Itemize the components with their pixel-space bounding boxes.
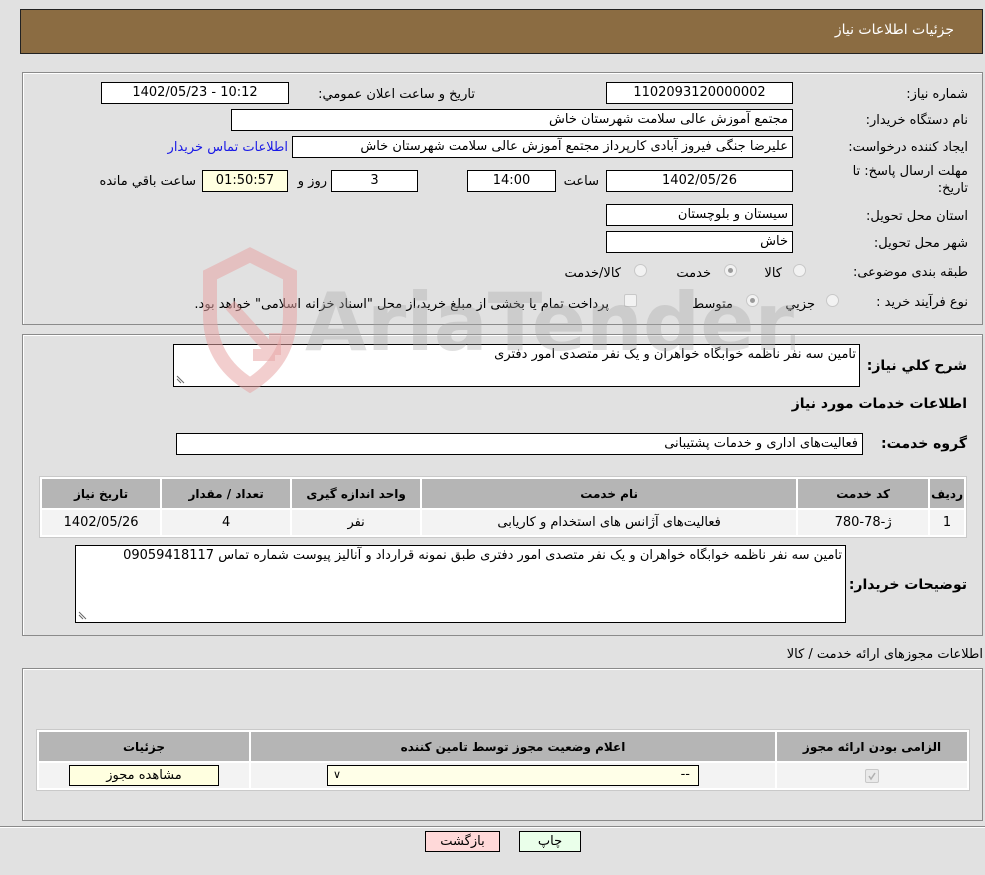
process-option-medium: متوسط <box>692 297 733 312</box>
deadline-time-label: ساعت <box>563 174 599 189</box>
permits-table: الزامی بودن ارائه مجوز اعلام وضعيت مجوز … <box>36 729 970 791</box>
buyer-contact-link[interactable]: اطلاعات تماس خريدار <box>168 140 288 155</box>
permits-table-header: الزامی بودن ارائه مجوز اعلام وضعيت مجوز … <box>39 732 967 761</box>
col-need-date: تاريخ نياز <box>42 479 161 508</box>
buyer-org-label: نام دستگاه خريدار: <box>865 113 968 128</box>
requester-field: علیرضا جنگی فیروز آبادی کارپرداز مجتمع آ… <box>292 136 793 158</box>
cell-row-number: 1 <box>930 510 964 535</box>
page-title: جزئیات اطلاعات نیاز <box>834 22 954 38</box>
view-permit-button[interactable]: مشاهده مجوز <box>69 765 219 786</box>
col-service-code: کد خدمت <box>798 479 929 508</box>
need-number-label: شماره نیاز: <box>906 87 968 102</box>
description-label: شرح کلي نياز: <box>866 358 967 374</box>
remaining-days-field: 3 <box>331 170 418 192</box>
col-permit-details: جزئيات <box>39 732 249 761</box>
permits-section-title: اطلاعات مجوزهای ارائه خدمت / کالا <box>786 647 983 662</box>
col-permit-status: اعلام وضعيت مجوز توسط تامين کننده <box>251 732 775 761</box>
chevron-down-icon: ∨ <box>333 768 342 781</box>
category-option-goods-service: کالا/خدمت <box>564 266 621 281</box>
cell-permit-details: مشاهده مجوز <box>39 763 249 788</box>
service-group-label: گروه خدمت: <box>881 436 967 452</box>
cell-permit-required <box>777 763 967 788</box>
permit-status-value: -- <box>680 767 690 782</box>
announce-datetime-label: تاريخ و ساعت اعلان عمومي: <box>318 87 475 102</box>
col-service-name: نام خدمت <box>422 479 797 508</box>
category-radio-goods-service[interactable] <box>634 264 647 277</box>
deadline-label: مهلت ارسال پاسخ: تا تاريخ: <box>852 164 968 196</box>
description-textarea[interactable]: تامین سه نفر ناظمه خوابگاه خواهران و یک … <box>173 344 860 387</box>
cell-need-date: 1402/05/26 <box>42 510 161 535</box>
treasury-checkbox[interactable] <box>624 294 637 307</box>
table-row: 1 ژ-78-780 فعالیت‌های آژانس های استخدام … <box>42 510 964 535</box>
col-permit-required: الزامی بودن ارائه مجوز <box>777 732 967 761</box>
check-icon <box>868 772 876 780</box>
category-radio-service[interactable] <box>724 264 737 277</box>
province-label: استان محل تحويل: <box>866 209 968 224</box>
remaining-days-label: روز و <box>297 174 327 189</box>
resize-grip-icon[interactable] <box>176 375 185 384</box>
col-quantity: تعداد / مقدار <box>162 479 291 508</box>
col-unit: واحد اندازه گيری <box>292 479 421 508</box>
print-button[interactable]: چاپ <box>519 831 581 852</box>
services-section-title: اطلاعات خدمات مورد نياز <box>791 396 967 412</box>
description-text: تامین سه نفر ناظمه خوابگاه خواهران و یک … <box>494 347 856 362</box>
permit-required-checkbox[interactable] <box>865 768 879 783</box>
buyer-notes-label: توضيحات خريدار: <box>848 577 967 593</box>
service-group-field: فعالیت‌های اداری و خدمات پشتیبانی <box>176 433 863 455</box>
remaining-time-field: 01:50:57 <box>202 170 288 192</box>
cell-service-name: فعالیت‌های آژانس های استخدام و کاریابی <box>422 510 797 535</box>
cell-service-code: ژ-78-780 <box>798 510 929 535</box>
category-option-service: خدمت <box>676 266 711 281</box>
category-label: طبقه بندی موضوعی: <box>852 265 968 280</box>
remaining-time-label: ساعت باقي مانده <box>99 174 196 189</box>
resize-grip-icon[interactable] <box>78 611 87 620</box>
cell-quantity: 4 <box>162 510 291 535</box>
deadline-time-field: 14:00 <box>467 170 556 192</box>
process-label: نوع فرآيند خريد : <box>876 295 968 310</box>
cell-permit-status: ∨ -- <box>251 763 775 788</box>
back-button[interactable]: بازگشت <box>425 831 500 852</box>
process-radio-medium[interactable] <box>746 294 759 307</box>
footer-divider <box>0 826 985 828</box>
announce-datetime-field: 1402/05/23 - 10:12 <box>101 82 289 104</box>
cell-unit: نفر <box>292 510 421 535</box>
requester-label: ايجاد کننده درخواست: <box>848 140 968 155</box>
need-number-field: 1102093120000002 <box>606 82 793 104</box>
process-option-minor: جزيي <box>785 297 815 312</box>
deadline-date-field: 1402/05/26 <box>606 170 793 192</box>
page-header: جزئیات اطلاعات نیاز <box>20 9 983 54</box>
buyer-org-field: مجتمع آموزش عالی سلامت شهرستان خاش <box>231 109 793 131</box>
services-table: رديف کد خدمت نام خدمت واحد اندازه گيری ت… <box>39 476 967 538</box>
process-radio-minor[interactable] <box>826 294 839 307</box>
category-radio-goods[interactable] <box>793 264 806 277</box>
category-option-goods: کالا <box>764 266 782 281</box>
permit-status-select[interactable]: ∨ -- <box>327 765 699 786</box>
province-field: سیستان و بلوچستان <box>606 204 793 226</box>
buyer-notes-text: تامین سه نفر ناظمه خوابگاه خواهران و یک … <box>123 548 842 563</box>
services-table-header: رديف کد خدمت نام خدمت واحد اندازه گيری ت… <box>42 479 964 508</box>
city-field: خاش <box>606 231 793 253</box>
city-label: شهر محل تحويل: <box>873 236 968 251</box>
buyer-notes-textarea[interactable]: تامین سه نفر ناظمه خوابگاه خواهران و یک … <box>75 545 846 623</box>
table-row: ∨ -- مشاهده مجوز <box>39 763 967 788</box>
col-row-number: رديف <box>930 479 964 508</box>
treasury-note: پرداخت تمام يا بخشی از مبلغ خريد،از محل … <box>194 297 609 312</box>
